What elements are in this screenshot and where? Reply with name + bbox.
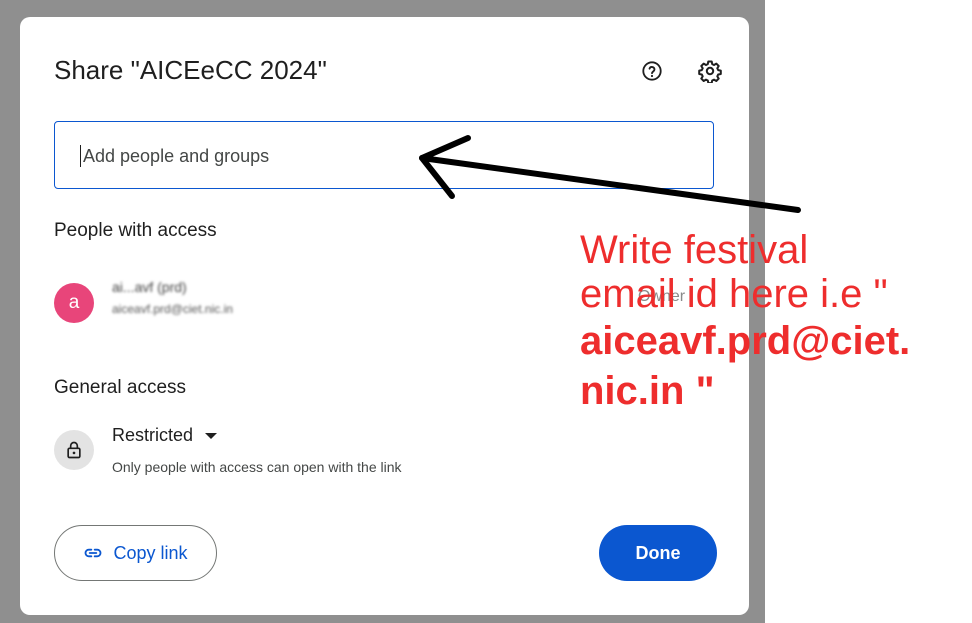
gear-icon[interactable] (698, 59, 722, 83)
access-level-label: Restricted (112, 425, 194, 445)
annotation-line-4: nic.in " (580, 369, 715, 413)
annotation-text: Write festival email id here i.e " aicea… (580, 228, 910, 416)
help-icon[interactable] (640, 59, 664, 83)
person-name: ai...avf (prd) (112, 279, 187, 295)
person-email: aiceavf.prd@ciet.nic.in (112, 302, 233, 316)
copy-link-label: Copy link (113, 542, 188, 563)
access-description: Only people with access can open with th… (112, 459, 402, 475)
general-access-dropdown[interactable]: Restricted (112, 425, 218, 446)
dialog-title: Share "AICEeCC 2024" (54, 55, 327, 85)
add-people-field[interactable] (54, 121, 714, 189)
general-access-heading: General access (54, 377, 187, 398)
avatar: a (54, 283, 94, 323)
done-button[interactable]: Done (599, 525, 717, 581)
lock-icon (54, 430, 94, 470)
annotation-line-2: email id here i.e " (580, 272, 888, 316)
link-icon (85, 548, 102, 558)
annotation-line-1: Write festival (580, 228, 809, 272)
people-with-access-heading: People with access (54, 220, 217, 241)
copy-link-button[interactable]: Copy link (54, 525, 217, 581)
caret-down-icon (205, 432, 218, 439)
add-people-input[interactable] (80, 145, 690, 167)
annotation-line-3: aiceavf.prd@ciet. (580, 319, 911, 363)
